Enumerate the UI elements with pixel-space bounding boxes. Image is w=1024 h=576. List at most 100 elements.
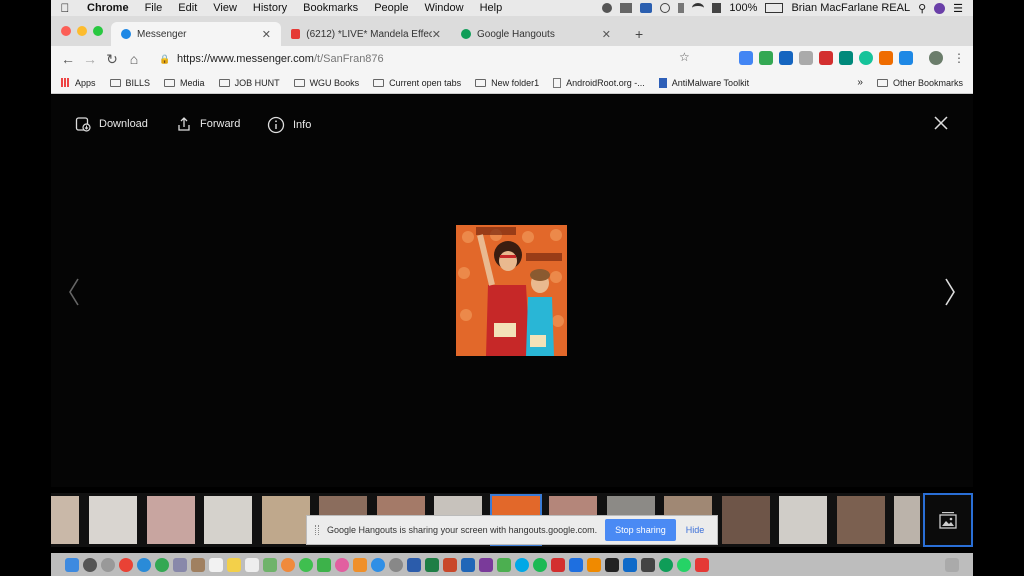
teal-ext-icon[interactable] [839,51,853,65]
menu-bookmarks[interactable]: Bookmarks [295,2,366,14]
stop-sharing-button[interactable]: Stop sharing [605,519,676,541]
tab-hangouts[interactable]: Google Hangouts ✕ [451,22,621,46]
youtube-icon[interactable] [695,557,709,572]
chrome-menu-icon[interactable]: ⋮ [953,51,965,65]
menu-edit[interactable]: Edit [170,2,205,14]
notification-center-icon[interactable]: ☰ [953,2,963,15]
finder-icon[interactable] [65,557,79,572]
filmstrip-thumbnail[interactable] [147,496,195,544]
calendar-icon[interactable] [209,557,223,572]
launchpad-icon[interactable] [83,557,97,572]
activity-icon[interactable] [641,557,655,572]
word-icon[interactable] [407,557,421,572]
drag-handle-icon[interactable] [315,525,319,535]
teamviewer-icon[interactable] [640,3,653,13]
info-button[interactable]: Info [267,116,311,134]
close-tab-icon[interactable]: ✕ [602,28,611,41]
evernote-icon[interactable] [602,3,613,13]
close-viewer-icon[interactable] [933,115,949,131]
spotlight-icon[interactable]: ⚲ [918,2,926,15]
filmstrip-thumbnail[interactable] [262,496,310,544]
bluetooth-icon[interactable] [678,3,685,13]
photos-icon[interactable] [281,557,295,572]
bookmark-bills[interactable]: BILLS [109,78,150,88]
close-tab-icon[interactable]: ✕ [262,28,271,41]
vlc-icon[interactable] [587,557,601,572]
battery-icon[interactable] [765,3,784,13]
previous-photo-chevron-icon[interactable] [67,277,81,307]
volume-icon[interactable] [712,3,722,13]
outlook-icon[interactable] [461,557,475,572]
filmstrip-thumbnail[interactable] [204,496,252,544]
preview-icon[interactable] [173,557,187,572]
menu-history[interactable]: History [245,2,295,14]
menu-window[interactable]: Window [416,2,471,14]
bookmarks-overflow-chevron-icon[interactable]: » [857,77,863,88]
spotify-icon[interactable] [533,557,547,572]
red-ext-icon[interactable] [819,51,833,65]
bookmark-star-icon[interactable]: ☆ [679,50,690,64]
filmstrip-thumbnail[interactable] [51,496,79,544]
menu-file[interactable]: File [137,2,171,14]
zoom-window-button[interactable] [93,26,103,36]
whatsapp-icon[interactable] [677,557,691,572]
hangouts-icon[interactable] [659,557,673,572]
menu-people[interactable]: People [366,2,416,14]
home-icon[interactable]: ⌂ [123,51,145,67]
excel-icon[interactable] [425,557,439,572]
appstore-icon[interactable] [371,557,385,572]
menu-help[interactable]: Help [472,2,511,14]
green-ext-icon[interactable] [759,51,773,65]
powerpoint-icon[interactable] [443,557,457,572]
calendar-ext-icon[interactable] [739,51,753,65]
prefs-icon[interactable] [389,557,403,572]
bookmark-job-hunt[interactable]: JOB HUNT [218,78,280,88]
hide-button[interactable]: Hide [686,525,705,535]
bookmark-new-folder1[interactable]: New folder1 [475,78,539,88]
bookmark-wgu-books[interactable]: WGU Books [293,78,359,88]
forward-arrow-icon[interactable]: → [79,51,101,67]
profile-avatar-icon[interactable] [929,51,943,65]
close-window-button[interactable] [61,26,71,36]
filmstrip-thumbnail[interactable] [779,496,827,544]
new-tab-button[interactable]: + [635,26,643,42]
gallery-view-button[interactable] [923,493,973,547]
grammarly-ext-icon[interactable] [859,51,873,65]
notes-icon[interactable] [227,557,241,572]
time-machine-icon[interactable] [660,3,671,13]
bookmark-media[interactable]: Media [164,78,205,88]
orange-ext-icon[interactable] [879,51,893,65]
bookmark-current-open-tabs[interactable]: Current open tabs [373,78,461,88]
ghost-ext-icon[interactable] [799,51,813,65]
close-tab-icon[interactable]: ✕ [432,28,441,41]
bookmark-apps[interactable]: Apps [61,78,96,88]
forward-button[interactable]: Forward [176,116,240,132]
maps-icon[interactable] [263,557,277,572]
address-bar[interactable]: 🔒 https://www.messenger.com /t/SanFran87… [159,48,719,70]
trash-icon[interactable] [945,557,959,572]
onenote-icon[interactable] [479,557,493,572]
filmstrip-thumbnail[interactable] [722,496,770,544]
next-photo-chevron-icon[interactable] [943,277,957,307]
itunes-icon[interactable] [335,557,349,572]
menu-app-name[interactable]: Chrome [79,2,137,14]
wifi-icon[interactable] [692,3,705,13]
tab-youtube[interactable]: (6212) *LIVE* Mandela Effect I ✕ [281,22,451,46]
apple-menu-icon[interactable]:  [51,1,79,15]
chrome-icon[interactable] [119,557,133,572]
download-button[interactable]: Download [75,116,148,132]
chrome-alt-icon[interactable] [155,557,169,572]
bookmark-androidroot[interactable]: AndroidRoot.org -... [553,77,645,88]
terminal-icon[interactable] [605,557,619,572]
contacts-icon[interactable] [191,557,205,572]
new-ext-icon[interactable] [779,51,793,65]
blue-ext-icon[interactable] [899,51,913,65]
messages-icon[interactable] [299,557,313,572]
dropbox-icon[interactable] [620,3,633,13]
dropbox-icon[interactable] [569,557,583,572]
minimize-window-button[interactable] [77,26,87,36]
teamviewer-icon[interactable] [623,557,637,572]
menu-view[interactable]: View [205,2,245,14]
rocket-icon[interactable] [101,557,115,572]
tab-messenger[interactable]: Messenger ✕ [111,22,281,46]
